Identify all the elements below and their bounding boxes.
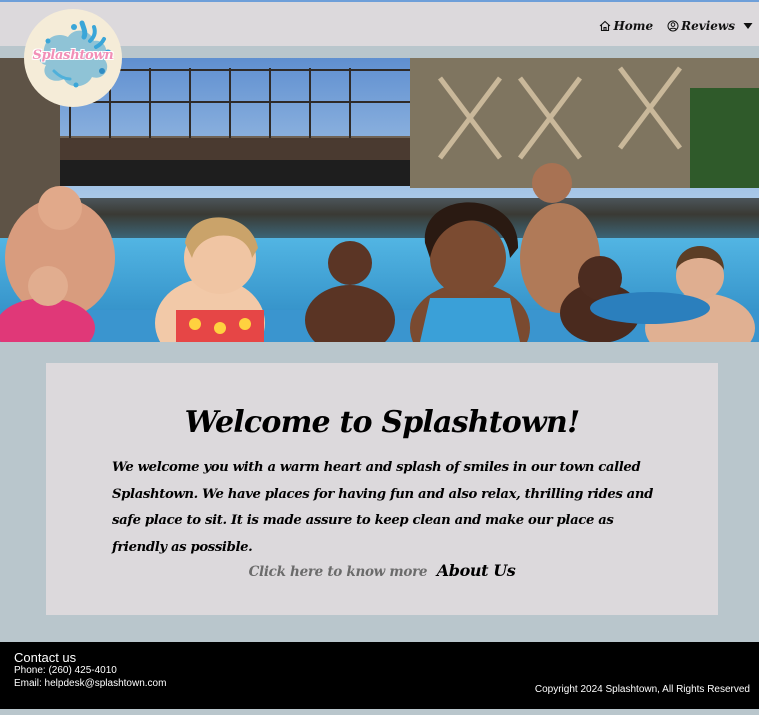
- nav-home-link[interactable]: Home: [599, 19, 653, 33]
- footer-email: Email: helpdesk@splashtown.com: [14, 678, 167, 689]
- nav-reviews-dropdown[interactable]: Reviews: [667, 19, 753, 33]
- about-us-link[interactable]: About Us: [437, 561, 516, 580]
- footer-phone: Phone: (260) 425-4010: [14, 665, 117, 676]
- footer-copyright: Copyright 2024 Splashtown, All Rights Re…: [534, 684, 750, 695]
- about-cta: Click here to know more About Us: [46, 561, 718, 580]
- logo-text: Splashtown: [32, 48, 114, 63]
- nav-home-label: Home: [613, 19, 654, 33]
- welcome-text: We welcome you with a warm heart and spl…: [112, 460, 653, 555]
- caret-down-icon: [743, 23, 753, 29]
- footer-contact-title: Contact us: [14, 650, 77, 665]
- welcome-title: Welcome to Splashtown!: [184, 405, 581, 440]
- nav-reviews-label: Reviews: [681, 19, 735, 33]
- welcome-card: Welcome to Splashtown! We welcome you wi…: [46, 363, 718, 615]
- home-icon: [600, 20, 611, 32]
- site-logo[interactable]: Splashtown: [24, 9, 122, 107]
- cta-prefix-text: Click here to know more: [248, 564, 428, 580]
- main-nav: Home Reviews: [599, 16, 753, 36]
- user-circle-icon: [667, 20, 679, 32]
- site-footer: Contact us Phone: (260) 425-4010 Email: …: [0, 642, 759, 709]
